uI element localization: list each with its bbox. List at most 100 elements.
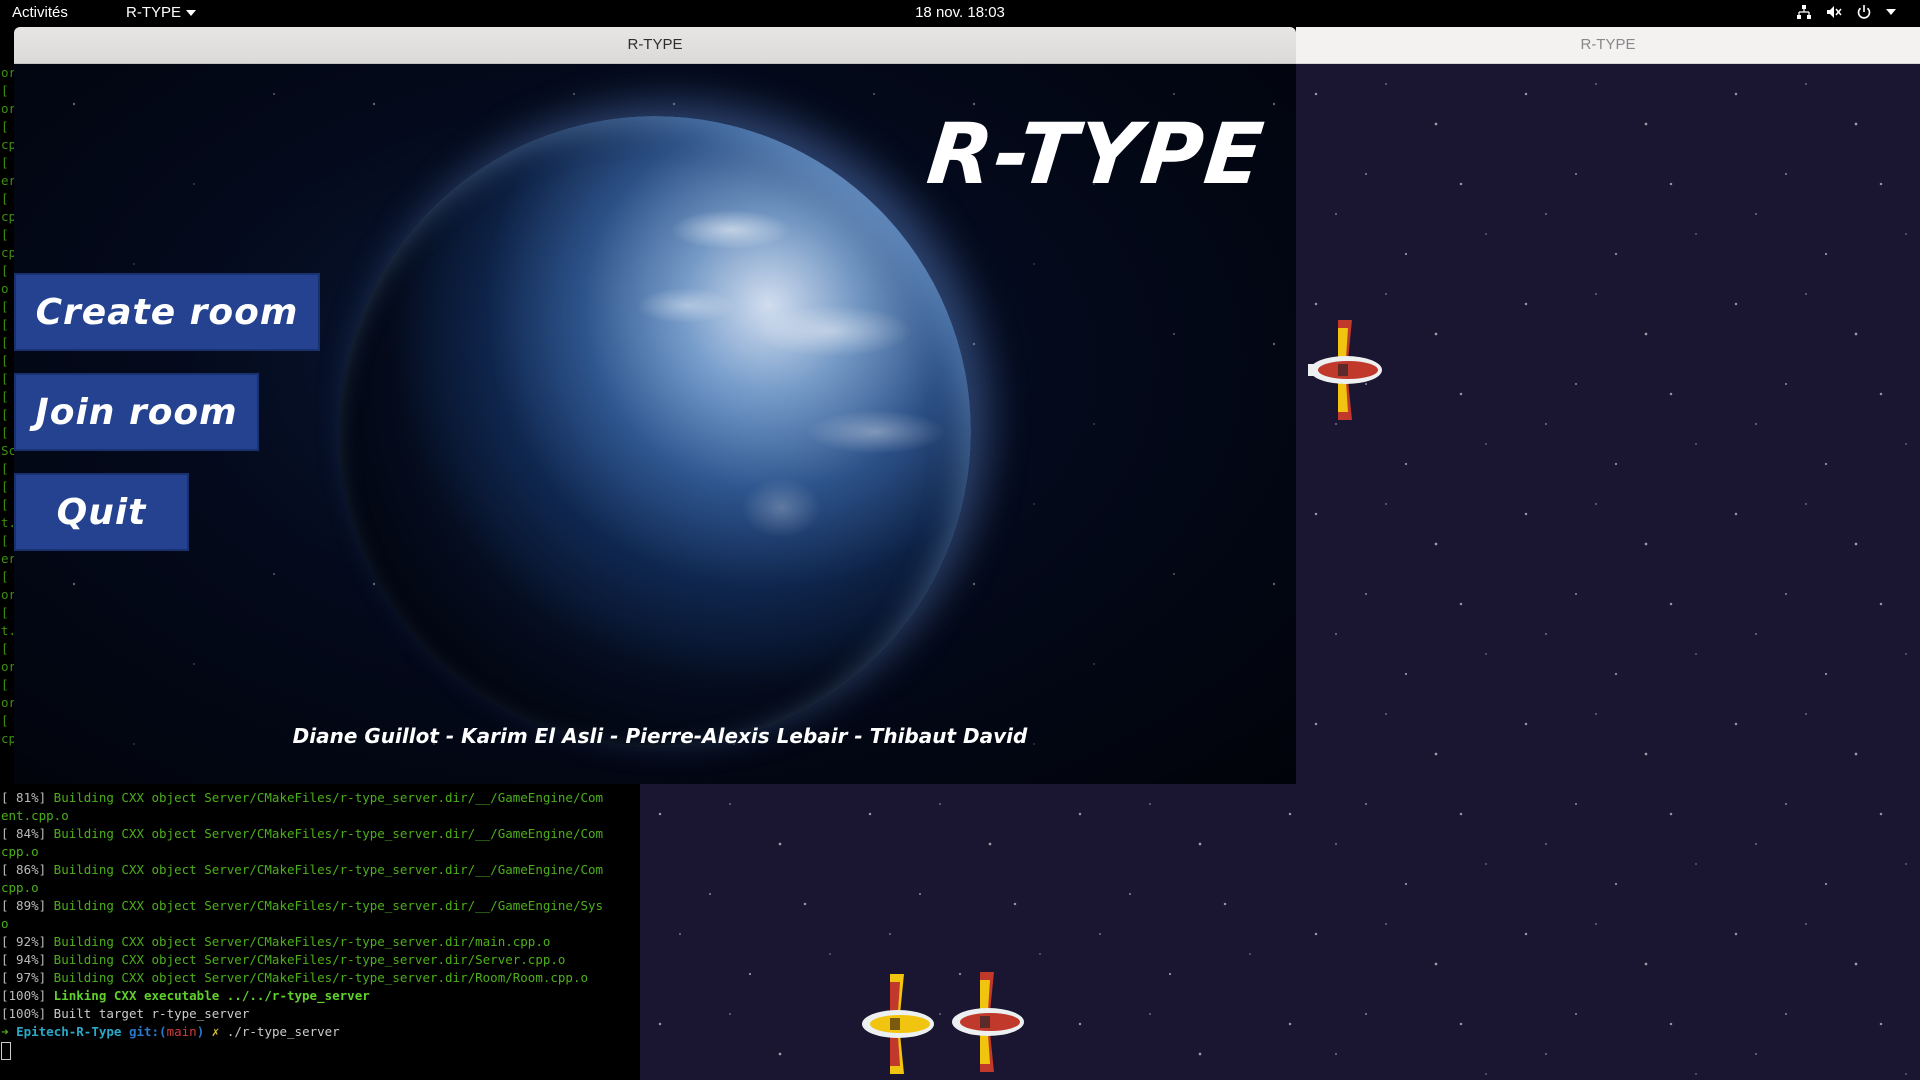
system-tray[interactable] [1796, 4, 1896, 20]
terminal-progress-percent: [ 86%] [1, 862, 47, 877]
app-menu-label: R-TYPE [126, 4, 182, 21]
game-menu-canvas[interactable]: R-TYPE Create room Join room Quit Diane … [14, 64, 1296, 784]
game-starfield[interactable] [1296, 64, 1920, 1080]
prompt-git-close: ) [196, 1024, 205, 1039]
terminal-line-text: Built target r-type_server [46, 1006, 250, 1021]
terminal-line-text: Building CXX object Server/CMakeFiles/r-… [46, 790, 604, 805]
terminal-line-text: cpp.o [1, 844, 39, 859]
player-ship-red [1308, 320, 1382, 420]
clock-container: 18 nov. 18:03 [0, 4, 1920, 21]
terminal-gutter-line: er [1, 173, 15, 188]
prompt-git-label: git:( [128, 1024, 167, 1039]
terminal-clipped-column: or [or [cp [er [cp [cp [o [[[[[[[[Sc [[[t. [er [or… [1, 64, 15, 784]
second-game-window[interactable]: R-TYPE [1296, 27, 1920, 1080]
terminal-line: [ 94%] Building CXX object Server/CMakeF… [1, 951, 640, 969]
power-icon [1857, 5, 1871, 19]
terminal-gutter-line: [ [1, 263, 9, 278]
terminal-line: [ 86%] Building CXX object Server/CMakeF… [1, 861, 640, 879]
terminal-gutter-line: [ [1, 461, 9, 476]
top-bar: Activités R-TYPE 18 nov. 18:03 [0, 0, 1920, 27]
terminal-gutter-line: [ [1, 317, 9, 332]
terminal-gutter-line: [ [1, 425, 9, 440]
terminal-line-text: ent.cpp.o [1, 808, 69, 823]
terminal-gutter-line: [ [1, 479, 9, 494]
main-game-window[interactable]: R-TYPE R-TYPE Create room Join room Quit… [14, 27, 1296, 784]
terminal-gutter-line: Sc [1, 443, 15, 458]
terminal-line-text: Building CXX object Server/CMakeFiles/r-… [46, 934, 551, 949]
terminal-gutter-line: [ [1, 191, 9, 206]
terminal-gutter-line: [ [1, 497, 9, 512]
terminal-line: [ 81%] Building CXX object Server/CMakeF… [1, 789, 640, 807]
terminal-gutter-line: t. [1, 515, 15, 530]
prompt-git-branch: main [166, 1024, 197, 1039]
terminal-progress-percent: [100%] [1, 1006, 47, 1021]
terminal-progress-percent: [ 81%] [1, 790, 47, 805]
app-menu[interactable]: R-TYPE [126, 4, 197, 21]
clock[interactable]: 18 nov. 18:03 [915, 4, 1005, 21]
terminal-gutter-line: or [1, 587, 15, 602]
terminal-cursor [1, 1041, 11, 1060]
terminal-progress-percent: [ 92%] [1, 934, 47, 949]
terminal-gutter-line: [ [1, 533, 9, 548]
terminal-line: o [1, 915, 640, 933]
terminal-gutter-line: o [1, 281, 9, 296]
second-window-titlebar[interactable]: R-TYPE [1296, 27, 1920, 64]
terminal-gutter-line: [ [1, 155, 9, 170]
game-logo: R-TYPE [922, 105, 1270, 203]
player-ship-yellow [862, 974, 934, 1074]
terminal-progress-percent: [ 89%] [1, 898, 47, 913]
terminal-line: cpp.o [1, 879, 640, 897]
terminal-line: ent.cpp.o [1, 807, 640, 825]
terminal-gutter-line: or [1, 695, 15, 710]
prompt-dirty-icon: ✗ [211, 1024, 220, 1039]
volume-muted-icon [1827, 6, 1842, 18]
terminal-output: [ 81%] Building CXX object Server/CMakeF… [1, 789, 640, 1060]
terminal-prompt[interactable]: ➜ Epitech-R-Type git:(main) ✗ ./r-type_s… [1, 1023, 640, 1041]
terminal-gutter-line: or [1, 65, 15, 80]
terminal-gutter-line: [ [1, 677, 9, 692]
terminal-gutter-line: [ [1, 641, 9, 656]
terminal-gutter-line: [ [1, 569, 9, 584]
player-ship-red-2 [952, 972, 1024, 1072]
terminal-line: [ 97%] Building CXX object Server/CMakeF… [1, 969, 640, 987]
terminal-gutter-line: [ [1, 299, 9, 314]
terminal-line-text: Building CXX object Server/CMakeFiles/r-… [46, 970, 589, 985]
terminal-gutter-line: cp [1, 731, 15, 746]
terminal-gutter-line: [ [1, 605, 9, 620]
terminal-progress-percent: [ 84%] [1, 826, 47, 841]
terminal-line-text: Building CXX object Server/CMakeFiles/r-… [46, 826, 604, 841]
terminal-progress-percent: [ 94%] [1, 952, 47, 967]
create-room-button[interactable]: Create room [14, 273, 320, 351]
terminal-progress-percent: [100%] [1, 988, 47, 1003]
terminal-line: cpp.o [1, 843, 640, 861]
prompt-arrow-icon: ➜ [1, 1024, 9, 1039]
chevron-down-icon [186, 10, 197, 17]
terminal-gutter-line: or [1, 659, 15, 674]
terminal-line: [ 84%] Building CXX object Server/CMakeF… [1, 825, 640, 843]
terminal-line: [ 89%] Building CXX object Server/CMakeF… [1, 897, 640, 915]
planet-clouds [339, 116, 971, 748]
terminal-line-text: Building CXX object Server/CMakeFiles/r-… [46, 952, 566, 967]
terminal-line-text: o [1, 916, 9, 931]
terminal-line-text: Building CXX object Server/CMakeFiles/r-… [46, 862, 604, 877]
activities-button[interactable]: Activités [12, 4, 68, 21]
terminal-gutter-line: cp [1, 137, 15, 152]
prompt-directory: Epitech-R-Type [16, 1024, 122, 1039]
terminal-gutter-line: [ [1, 83, 9, 98]
terminal-gutter-line: [ [1, 407, 9, 422]
terminal-progress-percent: [ 97%] [1, 970, 47, 985]
terminal-gutter-line: [ [1, 713, 9, 728]
terminal-line-text: Linking CXX executable ../../r-type_serv… [46, 988, 370, 1003]
main-window-titlebar[interactable]: R-TYPE [14, 27, 1296, 64]
terminal-gutter-line: [ [1, 227, 9, 242]
terminal-gutter-line: [ [1, 389, 9, 404]
join-room-button[interactable]: Join room [14, 373, 259, 451]
terminal-input-line[interactable] [1, 1041, 640, 1060]
terminal-line: [ 92%] Building CXX object Server/CMakeF… [1, 933, 640, 951]
terminal-gutter-line: [ [1, 353, 9, 368]
terminal-line: [100%] Linking CXX executable ../../r-ty… [1, 987, 640, 1005]
game-starfield-bottom[interactable] [640, 784, 1296, 1080]
terminal-gutter-line: [ [1, 371, 9, 386]
quit-button[interactable]: Quit [14, 473, 189, 551]
terminal-gutter-line: cp [1, 245, 15, 260]
